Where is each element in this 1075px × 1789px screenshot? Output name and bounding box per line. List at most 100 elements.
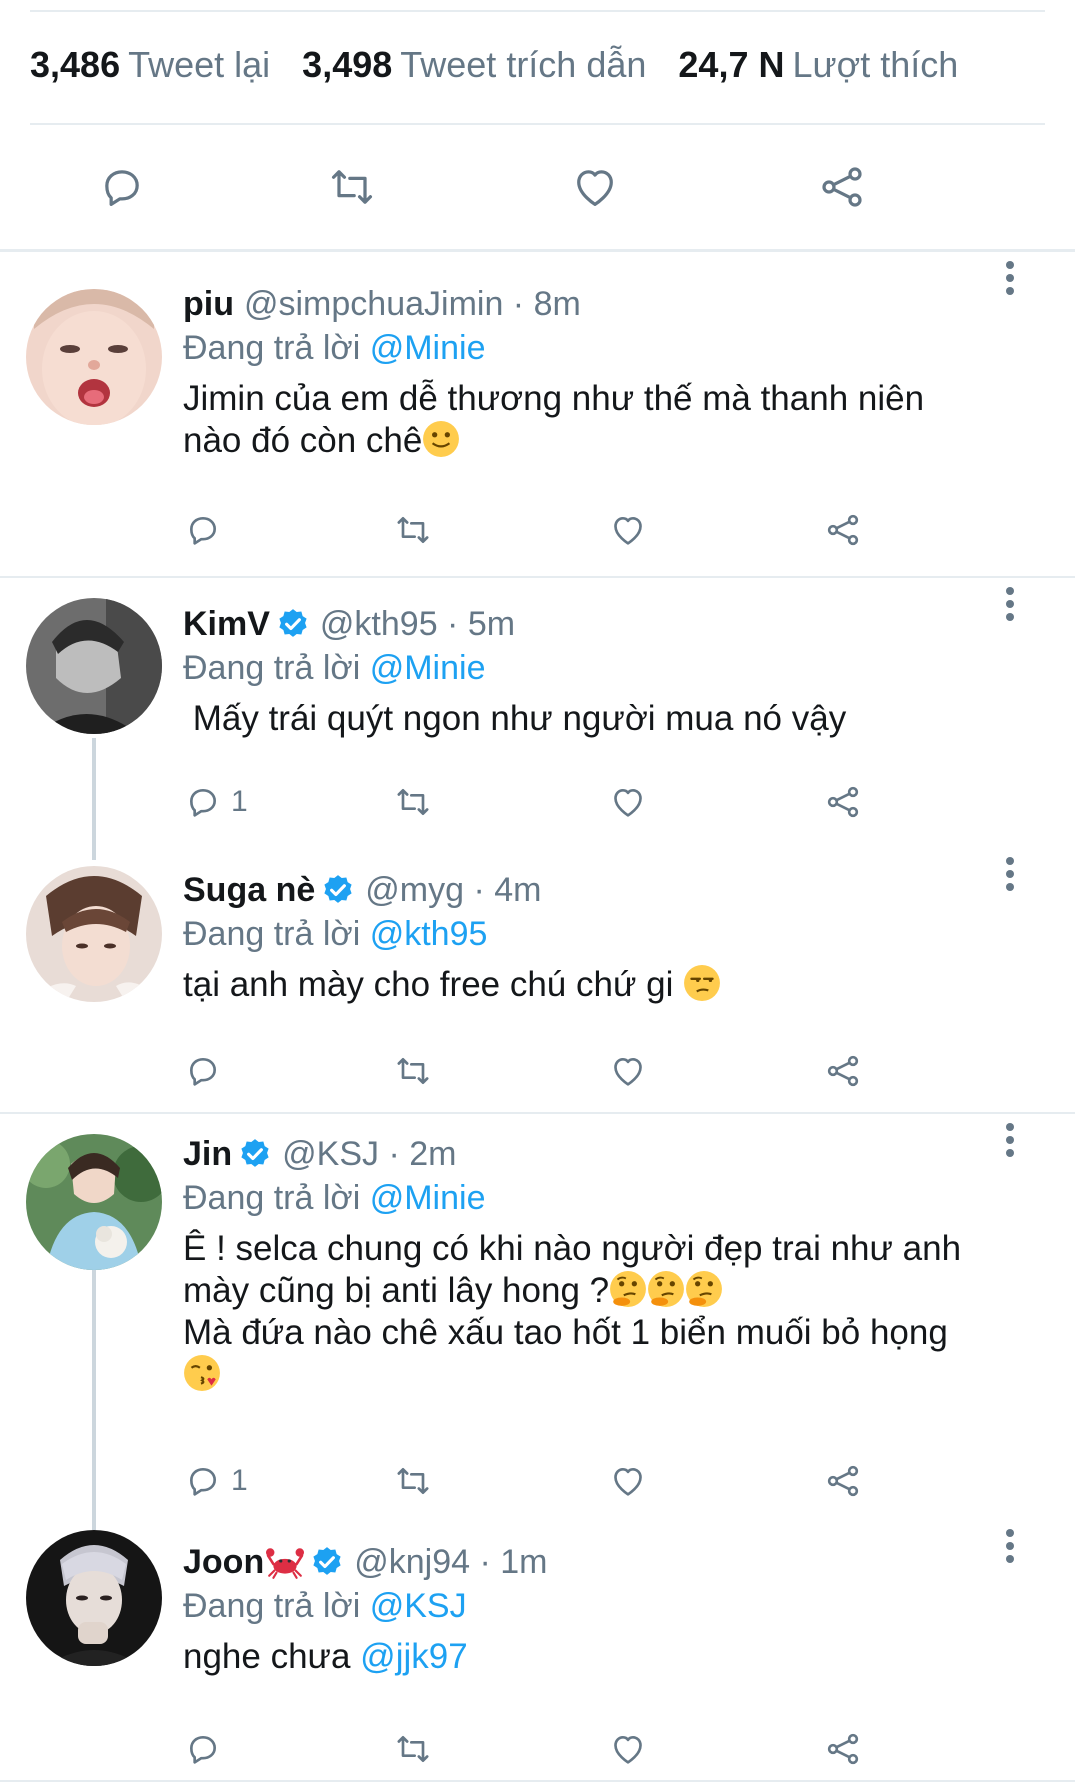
reply-tweet[interactable]: piu @simpchuaJimin · 8m Đang trả lời @Mi… <box>0 250 1075 576</box>
main-share-button[interactable] <box>812 157 872 217</box>
tweet-text: tại anh mày cho free chú chứ gi <box>183 964 1005 1006</box>
likes-stat[interactable]: 24,7 N Lượt thích <box>678 44 958 86</box>
display-name[interactable]: Suga nè <box>183 868 315 912</box>
unamused-face-emoji <box>684 965 721 1001</box>
reply-icon <box>190 1736 216 1764</box>
more-options-button[interactable] <box>995 1524 1025 1568</box>
reply-count: 1 <box>231 1464 248 1497</box>
tweet-header: Jin @KSJ · 2m <box>183 1132 1005 1176</box>
dot <box>1006 287 1014 295</box>
verified-badge-icon <box>279 609 307 637</box>
retweet-button[interactable] <box>393 1458 433 1504</box>
replying-prefix: Đang trả lời <box>183 915 361 953</box>
dot <box>1006 613 1014 621</box>
retweet-icon <box>331 170 373 204</box>
dot <box>1006 587 1014 595</box>
display-name[interactable]: Joon <box>183 1540 264 1584</box>
reply-icon <box>190 517 216 545</box>
reply-tweet[interactable]: Joon @knj94 · 1m Đang trả lời @KSJ nghe … <box>0 1526 1075 1788</box>
dot <box>1006 883 1014 891</box>
reply-tweet[interactable]: Jin @KSJ · 2m Đang trả lời @Minie Ê ! se… <box>0 1114 1075 1526</box>
display-name[interactable]: KimV <box>183 602 270 646</box>
text-mention-link[interactable]: @jjk97 <box>360 1637 468 1676</box>
avatar[interactable] <box>26 289 162 425</box>
retweet-count: 3,486 <box>30 44 121 85</box>
replying-prefix: Đang trả lời <box>183 1179 361 1217</box>
verified-badge-icon <box>324 875 352 903</box>
more-options-button[interactable] <box>995 582 1025 626</box>
share-button[interactable] <box>823 1726 863 1772</box>
avatar-photo <box>26 598 162 734</box>
more-options-button[interactable] <box>995 852 1025 896</box>
tweet-text: Jimin của em dễ thương như thế mà thanh … <box>183 378 1005 462</box>
like-button[interactable] <box>608 507 648 553</box>
retweet-icon <box>397 789 429 815</box>
replying-mention[interactable]: @KSJ <box>370 1587 467 1625</box>
replying-mention[interactable]: @kth95 <box>370 915 488 953</box>
like-button[interactable] <box>608 1458 648 1504</box>
tweet-actions: 1 <box>183 1458 883 1504</box>
more-options-button[interactable] <box>995 1118 1025 1162</box>
reply-button[interactable] <box>183 1726 231 1772</box>
retweet-button[interactable] <box>393 1048 433 1094</box>
retweet-icon <box>397 517 429 543</box>
share-icon <box>827 514 859 546</box>
reply-button[interactable]: 1 <box>183 779 248 825</box>
dot <box>1006 1542 1014 1550</box>
retweet-button[interactable] <box>393 779 433 825</box>
replying-to: Đang trả lời @Minie <box>183 646 1005 690</box>
tweet-text-line: Mấy trái quýt ngon như người mua nó vậy <box>183 699 847 738</box>
share-button[interactable] <box>823 507 863 553</box>
share-button[interactable] <box>823 779 863 825</box>
reply-button[interactable] <box>183 1048 231 1094</box>
display-name[interactable]: Jin <box>183 1132 232 1176</box>
avatar-photo <box>26 1530 162 1666</box>
handle-time: @simpchuaJimin · 8m <box>243 285 581 323</box>
reply-button[interactable]: 1 <box>183 1458 248 1504</box>
share-button[interactable] <box>823 1048 863 1094</box>
retweets-stat[interactable]: 3,486 Tweet lại <box>30 44 270 86</box>
quote-tweets-stat[interactable]: 3,498 Tweet trích dẫn <box>302 44 646 86</box>
slightly-smiling-face-emoji <box>423 421 460 457</box>
replying-prefix: Đang trả lời <box>183 1587 361 1625</box>
dot <box>1006 1529 1014 1537</box>
reply-tweet[interactable]: Suga nè @myg · 4m Đang trả lời @kth95 tạ… <box>0 848 1075 1112</box>
share-icon <box>827 1733 859 1765</box>
tweet-text-segment: tại anh mày cho free chú chứ gi <box>183 965 684 1004</box>
display-name[interactable]: piu <box>183 282 234 326</box>
tweet-actions: 1 <box>183 779 883 825</box>
more-options-button[interactable] <box>995 256 1025 300</box>
replying-prefix: Đang trả lời <box>183 329 361 367</box>
thinking-face-emoji <box>610 1271 647 1307</box>
avatar[interactable] <box>26 598 162 734</box>
retweet-button[interactable] <box>393 507 433 553</box>
tweet-actions <box>183 1726 883 1772</box>
like-button[interactable] <box>608 779 648 825</box>
tweet-text-line: Ê ! selca chung có khi nào người đẹp tra… <box>183 1229 962 1268</box>
main-like-button[interactable] <box>565 157 625 217</box>
retweet-icon <box>397 1058 429 1084</box>
reply-count: 1 <box>231 785 248 818</box>
retweet-label: Tweet lại <box>128 44 271 85</box>
tweet-text-line: Jimin của em dễ thương như thế mà thanh … <box>183 379 925 418</box>
replying-mention[interactable]: @Minie <box>370 649 486 687</box>
avatar[interactable] <box>26 1134 162 1270</box>
like-button[interactable] <box>608 1726 648 1772</box>
share-button[interactable] <box>823 1458 863 1504</box>
like-button[interactable] <box>608 1048 648 1094</box>
tweet-text-line: nào đó còn chê <box>183 420 1005 462</box>
retweet-button[interactable] <box>393 1726 433 1772</box>
replying-mention[interactable]: @Minie <box>370 1179 486 1217</box>
avatar[interactable] <box>26 866 162 1002</box>
handle-time: @myg · 4m <box>365 871 542 909</box>
main-reply-button[interactable] <box>92 157 152 217</box>
like-label: Lượt thích <box>792 44 959 85</box>
tweet-text: Mấy trái quýt ngon như người mua nó vậy <box>183 698 1005 740</box>
replying-mention[interactable]: @Minie <box>370 329 486 367</box>
main-retweet-button[interactable] <box>322 157 382 217</box>
avatar[interactable] <box>26 1530 162 1666</box>
handle-time: @kth95 · 5m <box>319 605 516 643</box>
reply-tweet[interactable]: KimV @kth95 · 5m Đang trả lời @Minie Mấy… <box>0 578 1075 848</box>
reply-icon <box>190 1468 216 1496</box>
reply-button[interactable] <box>183 507 231 553</box>
